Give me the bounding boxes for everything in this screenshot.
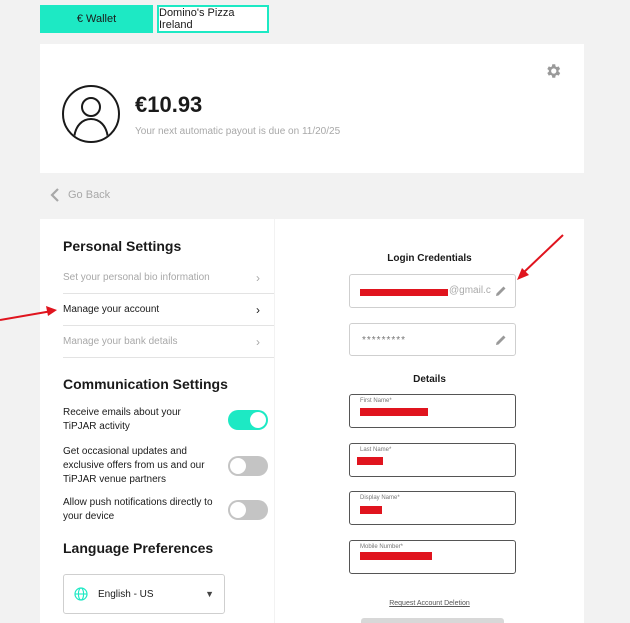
toggle-label: Receive emails about your TiPJAR activit… [63,407,181,432]
emails-toggle[interactable] [228,410,268,430]
wallet-balance: €10.93 [135,92,203,117]
field-caption: Mobile Number* [360,544,404,550]
toggle-row-offers: Get occasional updates and exclusive off… [63,445,268,487]
field-caption: Display Name* [360,495,400,501]
offers-toggle[interactable] [228,456,268,476]
email-field[interactable]: @gmail.c [349,274,516,308]
pencil-icon[interactable] [495,334,507,346]
toggle-label: Get occasional updates and exclusive off… [63,446,205,485]
mobile-number-field[interactable]: Mobile Number* [349,540,516,574]
go-back-link[interactable]: Go Back [50,188,110,202]
last-name-field[interactable]: Last Name* [349,443,516,477]
request-deletion-link[interactable]: Request Account Deletion [275,600,584,607]
chevron-right-icon: › [256,270,260,285]
chevron-right-icon: › [256,334,260,349]
payout-note: Your next automatic payout is due on 11/… [135,126,341,137]
menu-item-label: Manage your bank details [63,336,178,347]
pencil-icon[interactable] [495,285,507,297]
divider [63,357,274,358]
menu-item-bank-details[interactable]: Manage your bank details › [63,326,274,357]
annotation-arrow-right [517,234,564,280]
language-value: English - US [98,588,154,600]
personal-settings-heading: Personal Settings [63,238,182,254]
settings-sidebar: Personal Settings Set your personal bio … [40,219,274,623]
globe-icon [74,587,88,601]
wallet-card: €10.93 Your next automatic payout is due… [40,44,584,173]
top-tabs: € Wallet Domino's Pizza Ireland [40,5,269,33]
field-caption: Last Name* [360,447,392,453]
display-name-field[interactable]: Display Name* [349,491,516,525]
go-back-label: Go Back [68,189,111,201]
toggle-row-push: Allow push notifications directly to you… [63,496,268,524]
toggle-label: Allow push notifications directly to you… [63,497,213,522]
toggle-row-emails: Receive emails about your TiPJAR activit… [63,406,268,434]
redaction-mark [360,552,432,560]
email-value: @gmail.c [449,285,491,296]
menu-item-bio[interactable]: Set your personal bio information › [63,262,274,293]
menu-item-manage-account[interactable]: Manage your account › [63,294,274,325]
communication-settings-heading: Communication Settings [63,376,228,392]
avatar-icon [62,85,120,143]
details-heading: Details [413,374,446,385]
caret-down-icon: ▼ [205,589,214,599]
redaction-mark [360,289,448,296]
menu-item-label: Set your personal bio information [63,272,210,283]
password-value: ********* [362,335,407,346]
push-toggle[interactable] [228,500,268,520]
language-heading: Language Preferences [63,540,214,556]
menu-item-label: Manage your account [63,304,160,315]
gear-icon[interactable] [544,62,562,80]
chevron-right-icon: › [256,302,260,317]
first-name-field[interactable]: First Name* [349,394,516,428]
redaction-mark [360,408,428,416]
redaction-mark [357,457,383,465]
tab-venue[interactable]: Domino's Pizza Ireland [157,5,269,33]
chevron-left-icon [50,188,59,202]
save-button[interactable] [361,618,504,623]
language-select[interactable]: English - US ▼ [63,574,225,614]
password-field[interactable]: ********* [349,323,516,356]
tab-wallet[interactable]: € Wallet [40,5,153,33]
field-caption: First Name* [360,398,392,404]
redaction-mark [360,506,382,514]
annotation-arrow-left [0,306,57,321]
